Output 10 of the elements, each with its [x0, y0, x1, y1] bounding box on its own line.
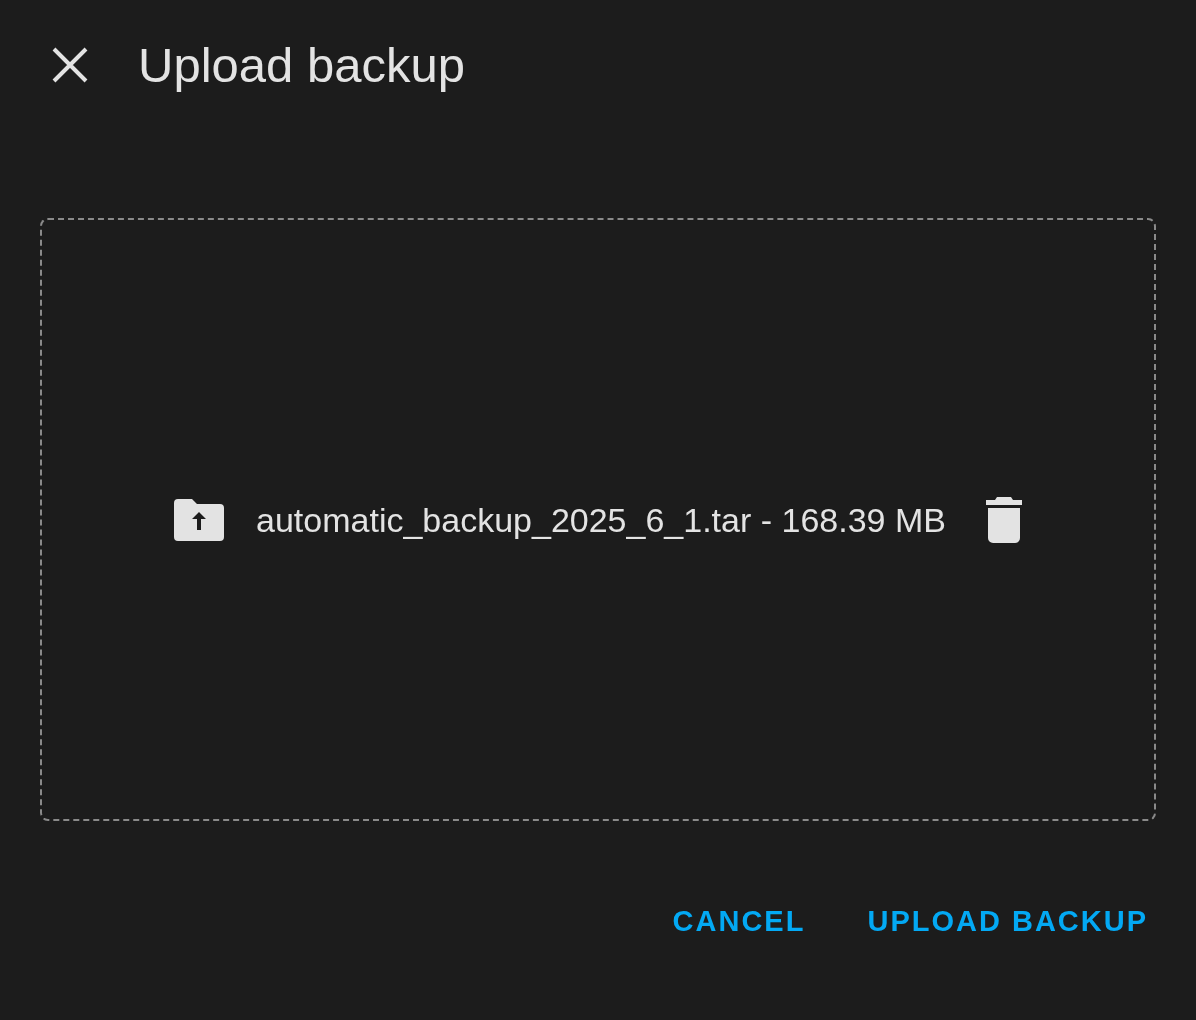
folder-upload-icon: [174, 498, 225, 541]
close-icon: [52, 47, 88, 83]
delete-file-button[interactable]: [985, 496, 1022, 543]
trash-icon: [985, 496, 1022, 543]
close-button[interactable]: [50, 45, 90, 85]
dialog-button[interactable]: UPLOAD BACKUP: [847, 882, 1168, 962]
file-name-size: automatic_backup_2025_6_1.tar - 168.39 MB: [256, 502, 946, 537]
dialog-button[interactable]: CANCEL: [652, 882, 826, 962]
file-dropzone[interactable]: automatic_backup_2025_6_1.tar - 168.39 MB: [40, 218, 1156, 821]
dialog-title: Upload backup: [138, 40, 465, 90]
